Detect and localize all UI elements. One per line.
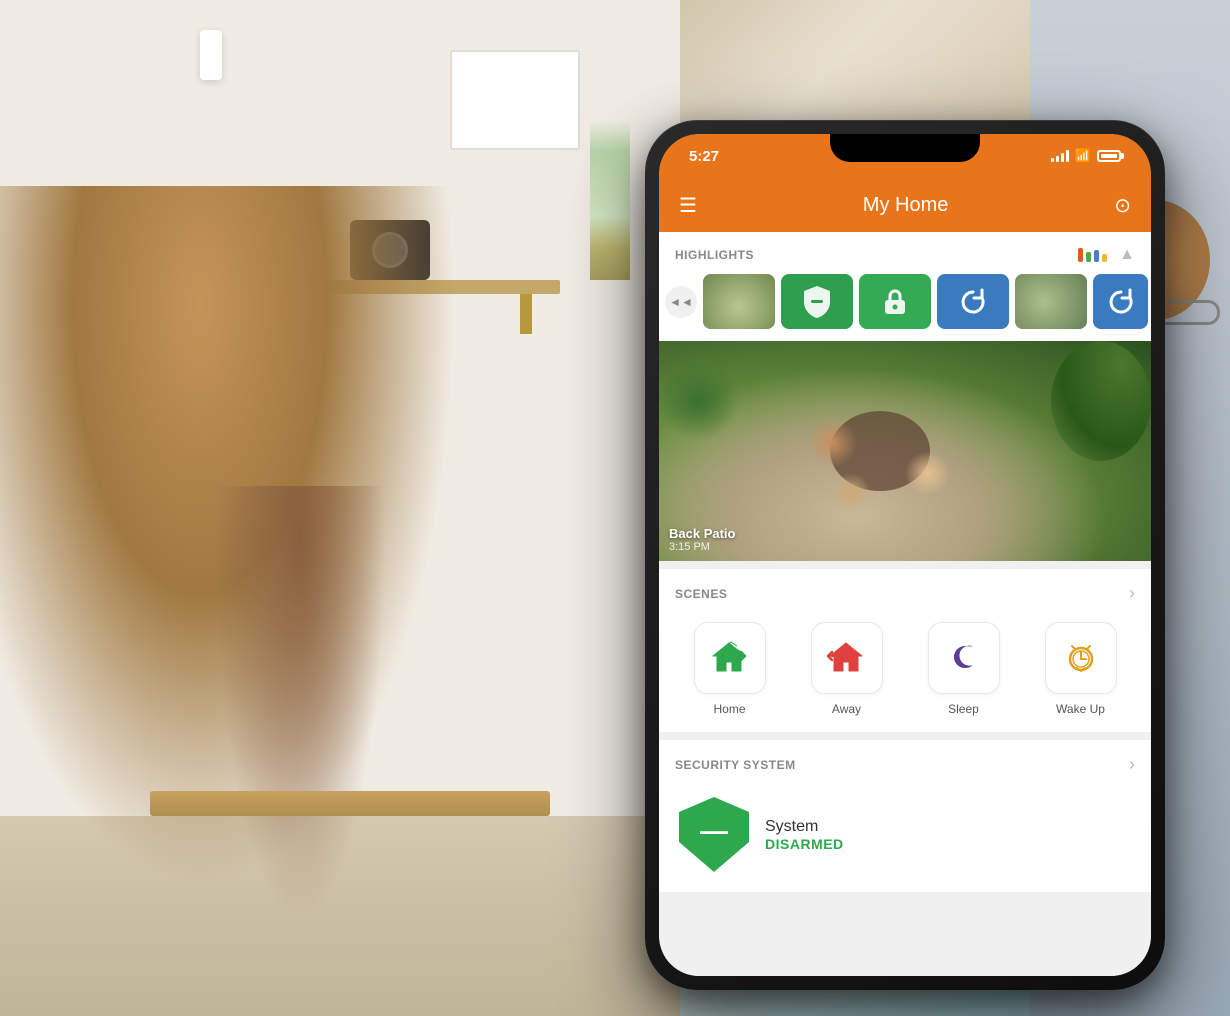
carousel-item-security[interactable]: [781, 274, 853, 329]
scene-label-sleep: Sleep: [948, 702, 979, 716]
camera-time-label: 3:15 PM: [669, 541, 735, 553]
refresh-icon-2: [1107, 288, 1135, 316]
status-time: 5:27: [689, 148, 719, 165]
wakeup-scene-icon: [1060, 638, 1102, 678]
scene-icon-home[interactable]: [694, 622, 766, 694]
back-arrows-icon: ◄◄: [669, 295, 693, 309]
color-bar-yellow: [1102, 254, 1107, 262]
desk-table: [150, 791, 550, 816]
silhouette-child: [200, 486, 400, 986]
lock-icon: [881, 286, 909, 318]
security-section: SECURITY SYSTEM › — System DISA: [659, 740, 1151, 892]
security-shield-icon[interactable]: —: [679, 797, 749, 872]
highlights-title: HIGHLIGHTS: [675, 248, 754, 262]
sleep-scene-icon: [943, 638, 985, 678]
highlights-section: HIGHLIGHTS ▲: [659, 232, 1151, 561]
color-bar-blue: [1094, 250, 1099, 262]
scene-label-wakeup: Wake Up: [1056, 702, 1105, 716]
scene-item-home[interactable]: Home: [675, 622, 784, 716]
shield-shape: —: [679, 797, 749, 872]
phone-outer-shell: 5:27 📶: [645, 120, 1165, 990]
scene-label-home: Home: [713, 702, 745, 716]
wall-sensor: [200, 30, 222, 80]
menu-icon[interactable]: ☰: [679, 193, 697, 218]
battery-fill: [1101, 154, 1117, 158]
collapse-icon[interactable]: ▲: [1119, 246, 1135, 264]
carousel-item-refresh-2[interactable]: [1093, 274, 1148, 329]
highlights-carousel[interactable]: ◄◄: [659, 274, 1151, 341]
phone-notch: [830, 134, 980, 162]
signal-bar-4: [1066, 150, 1069, 162]
refresh-icon-1: [959, 288, 987, 316]
camera-large-view[interactable]: Back Patio 3:15 PM: [659, 341, 1151, 561]
scene-label-away: Away: [832, 702, 861, 716]
carousel-item-photo-1[interactable]: [703, 274, 775, 329]
scene-icon-away[interactable]: [811, 622, 883, 694]
phone-device: 5:27 📶: [645, 120, 1165, 990]
scenes-arrow-icon[interactable]: ›: [1129, 583, 1135, 604]
status-icons: 📶: [1051, 148, 1121, 164]
shield-minus-icon: —: [700, 815, 728, 847]
color-bar-green: [1086, 252, 1091, 262]
home-scene-icon: [709, 638, 751, 678]
phone-inner: 5:27 📶: [659, 134, 1151, 976]
signal-bars-icon: [1051, 150, 1069, 162]
camera-overlay: Back Patio 3:15 PM: [669, 526, 735, 553]
carousel-item-lock[interactable]: [859, 274, 931, 329]
signal-bar-1: [1051, 158, 1054, 162]
highlights-header-right: ▲: [1078, 246, 1135, 264]
scene-item-wakeup[interactable]: Wake Up: [1026, 622, 1135, 716]
color-bar-orange: [1078, 248, 1083, 262]
carousel-item-photo-2[interactable]: [1015, 274, 1087, 329]
app-header: ☰ My Home ⊙: [659, 178, 1151, 232]
settings-icon[interactable]: ⊙: [1114, 193, 1131, 218]
security-status-badge: DISARMED: [765, 836, 844, 852]
wall-frame: [450, 50, 580, 150]
carousel-back-button[interactable]: ◄◄: [665, 286, 697, 318]
security-system-label: System: [765, 818, 844, 836]
signal-bar-2: [1056, 156, 1059, 162]
color-bars-icon: [1078, 248, 1107, 262]
highlights-header: HIGHLIGHTS ▲: [659, 232, 1151, 274]
security-row: — System DISARMED: [659, 785, 1151, 892]
carousel-items-list: [703, 274, 1151, 329]
phone-screen: 5:27 📶: [659, 134, 1151, 976]
shelf-bracket-right: [520, 294, 532, 334]
carousel-item-refresh-1[interactable]: [937, 274, 1009, 329]
shelf-vase: [590, 120, 630, 280]
bg-family-area: [0, 0, 680, 1016]
away-scene-icon: [826, 638, 868, 678]
security-text-area: System DISARMED: [765, 818, 844, 852]
header-title: My Home: [863, 194, 949, 217]
app-content[interactable]: HIGHLIGHTS ▲: [659, 232, 1151, 976]
camera-location-label: Back Patio: [669, 526, 735, 541]
scene-icon-sleep[interactable]: [928, 622, 1000, 694]
scene-item-sleep[interactable]: Sleep: [909, 622, 1018, 716]
scenes-title: SCENES: [675, 587, 727, 601]
security-header: SECURITY SYSTEM ›: [659, 740, 1151, 785]
shield-icon: [802, 285, 832, 319]
signal-bar-3: [1061, 153, 1064, 162]
scene-icon-wakeup[interactable]: [1045, 622, 1117, 694]
security-title: SECURITY SYSTEM: [675, 758, 796, 772]
scene-item-away[interactable]: Away: [792, 622, 901, 716]
scenes-header: SCENES ›: [659, 569, 1151, 614]
scenes-section: SCENES ›: [659, 569, 1151, 732]
wifi-icon: 📶: [1075, 148, 1091, 164]
battery-icon: [1097, 150, 1121, 162]
security-arrow-icon[interactable]: ›: [1129, 754, 1135, 775]
scenes-grid: Home: [659, 614, 1151, 732]
